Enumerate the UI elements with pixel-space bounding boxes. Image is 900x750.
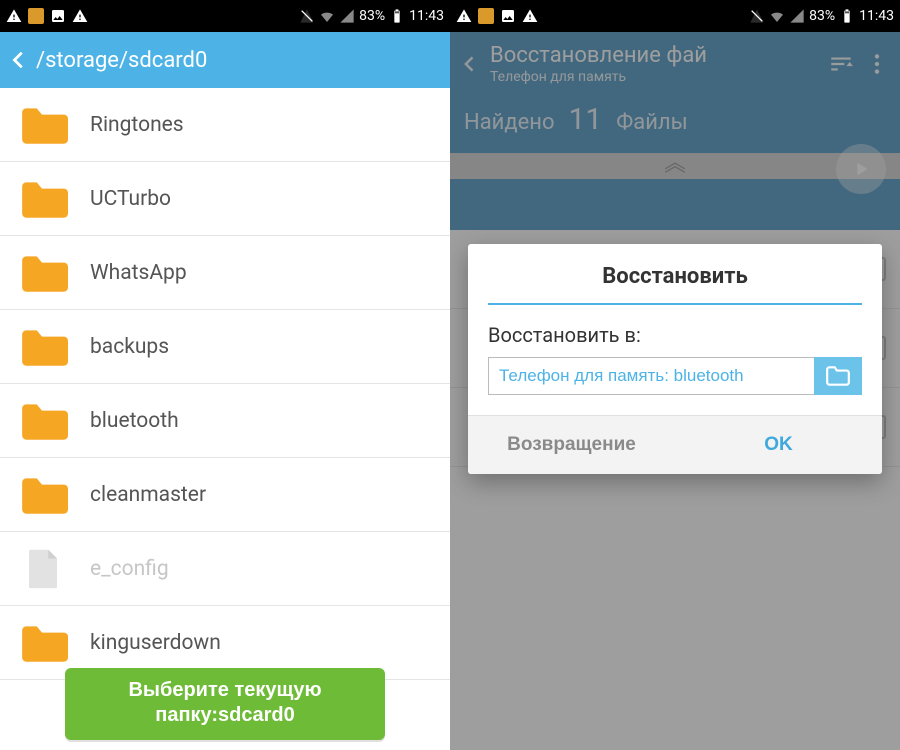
folder-icon	[18, 178, 68, 220]
signal-icon	[339, 8, 355, 24]
folder-icon	[18, 104, 68, 146]
current-path: /storage/sdcard0	[36, 48, 207, 73]
notification-app-icon	[478, 8, 494, 24]
folder-icon	[18, 622, 68, 664]
image-icon	[50, 8, 66, 24]
file-row[interactable]: WhatsApp	[0, 236, 450, 310]
file-name: UCTurbo	[90, 187, 171, 211]
back-icon[interactable]	[8, 49, 30, 71]
recovery-screen: 83% 11:43 Восстановление фай Телефон для…	[450, 0, 900, 750]
file-row[interactable]: bluetooth	[0, 384, 450, 458]
status-bar: 83% 11:43	[450, 0, 900, 32]
file-name: cleanmaster	[90, 483, 206, 507]
file-row[interactable]: e_config	[0, 532, 450, 606]
restore-dialog: Восстановить Восстановить в: Возвращение…	[468, 244, 882, 474]
dialog-label: Восстановить в:	[468, 305, 882, 357]
no-sim-icon	[299, 8, 315, 24]
select-folder-button[interactable]: Выберите текущую папку:sdcard0	[65, 668, 385, 740]
clock-text: 11:43	[859, 8, 894, 24]
no-sim-icon	[749, 8, 765, 24]
file-row[interactable]: UCTurbo	[0, 162, 450, 236]
dialog-title: Восстановить	[488, 244, 862, 305]
file-name: bluetooth	[90, 409, 179, 433]
file-name: kinguserdown	[90, 631, 221, 655]
image-icon	[500, 8, 516, 24]
file-list: Ringtones UCTurbo WhatsApp backups bluet	[0, 88, 450, 680]
file-row[interactable]: Ringtones	[0, 88, 450, 162]
battery-percent: 83%	[359, 8, 385, 24]
dialog-cancel-button[interactable]: Возвращение	[468, 416, 675, 474]
notification-app-icon	[28, 8, 44, 24]
file-name: Ringtones	[90, 113, 184, 137]
browse-folder-button[interactable]	[814, 357, 862, 395]
wifi-icon	[769, 8, 785, 24]
dialog-ok-button[interactable]: OK	[675, 416, 882, 474]
folder-icon	[18, 326, 68, 368]
file-name: e_config	[90, 557, 169, 581]
path-header[interactable]: /storage/sdcard0	[0, 32, 450, 88]
folder-icon	[18, 474, 68, 516]
warning-icon	[72, 8, 88, 24]
battery-icon	[839, 8, 855, 24]
signal-icon	[789, 8, 805, 24]
restore-path-field[interactable]	[488, 357, 814, 395]
warning-icon	[456, 8, 472, 24]
select-folder-line2: папку:sdcard0	[73, 703, 377, 728]
warning-icon	[6, 8, 22, 24]
select-folder-line1: Выберите текущую	[73, 678, 377, 703]
folder-icon	[18, 400, 68, 442]
battery-icon	[389, 8, 405, 24]
file-name: WhatsApp	[90, 261, 187, 285]
wifi-icon	[319, 8, 335, 24]
battery-percent: 83%	[809, 8, 835, 24]
file-browser-screen: 83% 11:43 /storage/sdcard0 Ringtones UCT…	[0, 0, 450, 750]
file-row[interactable]: backups	[0, 310, 450, 384]
warning-icon	[522, 8, 538, 24]
file-name: backups	[90, 335, 169, 359]
file-row[interactable]: cleanmaster	[0, 458, 450, 532]
file-icon	[18, 548, 68, 590]
folder-icon	[18, 252, 68, 294]
clock-text: 11:43	[409, 8, 444, 24]
status-bar: 83% 11:43	[0, 0, 450, 32]
